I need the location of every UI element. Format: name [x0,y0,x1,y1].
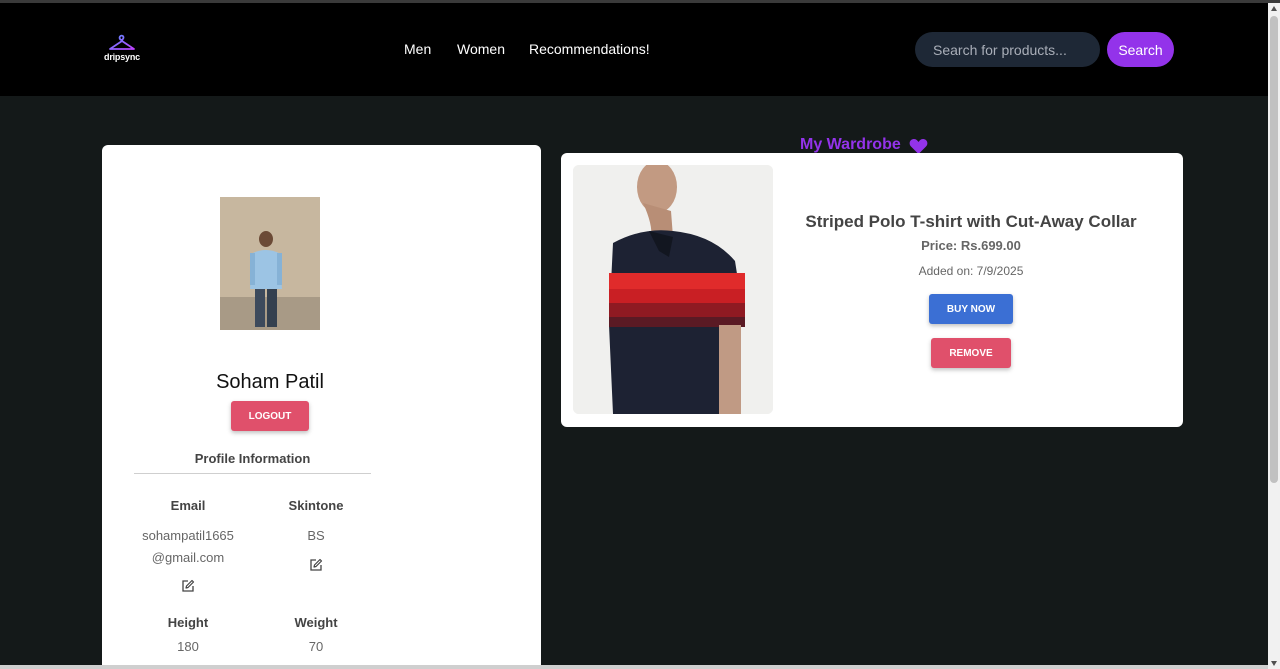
skintone-field: Skintone BS [256,498,376,547]
skintone-value: BS [307,528,325,543]
profile-name: Soham Patil [216,371,324,393]
product-image[interactable] [573,165,773,414]
wardrobe-title: My Wardrobe [800,136,901,153]
email-label: Email [170,498,206,513]
email-value: sohampatil1665 @gmail.com [128,525,248,569]
email-value-line2: @gmail.com [151,550,225,565]
scrollbar[interactable] [1268,3,1280,669]
profile-divider [134,473,371,474]
window-bottom-border [0,665,1268,669]
buy-now-button[interactable]: BUY NOW [929,294,1013,324]
edit-icon[interactable] [181,579,195,593]
product-photo [573,165,773,414]
edit-icon[interactable] [309,558,323,572]
nav-link-women[interactable]: Women [457,41,505,57]
weight-value: 70 [308,639,324,654]
profile-section-title: Profile Information [194,451,311,466]
logout-button[interactable]: LOGOUT [231,401,309,431]
search-button[interactable]: Search [1107,32,1174,67]
skintone-label: Skintone [288,498,344,513]
scroll-thumb[interactable] [1270,16,1278,483]
navbar: dripsync Men Women Recommendations! Sear… [0,3,1268,96]
product-price: Price: Rs.699.00 [921,238,1021,253]
search-input[interactable] [915,32,1100,67]
wardrobe-item-card: Striped Polo T-shirt with Cut-Away Colla… [561,153,1183,427]
height-field: Height 180 [128,615,248,658]
profile-photo [220,197,320,330]
product-title: Striped Polo T-shirt with Cut-Away Colla… [805,212,1137,231]
nav-link-recommendations[interactable]: Recommendations! [529,41,650,57]
logo-text: dripsync [104,52,140,62]
height-value: 180 [177,639,199,654]
scroll-up-arrow-icon[interactable] [1271,6,1277,11]
weight-field: Weight 70 [256,615,376,658]
profile-card: Soham Patil LOGOUT Profile Information E… [102,145,541,669]
hanger-icon [109,34,135,50]
weight-label: Weight [294,615,338,630]
height-label: Height [167,615,209,630]
email-field: Email sohampatil1665 @gmail.com [128,498,248,569]
email-value-line1: sohampatil1665 [142,528,234,543]
scroll-down-arrow-icon[interactable] [1271,661,1277,666]
nav-link-men[interactable]: Men [404,41,431,57]
product-added-date: Added on: 7/9/2025 [918,264,1024,278]
brand-logo[interactable]: dripsync [101,32,143,66]
remove-button[interactable]: REMOVE [931,338,1011,368]
avatar [220,197,320,330]
